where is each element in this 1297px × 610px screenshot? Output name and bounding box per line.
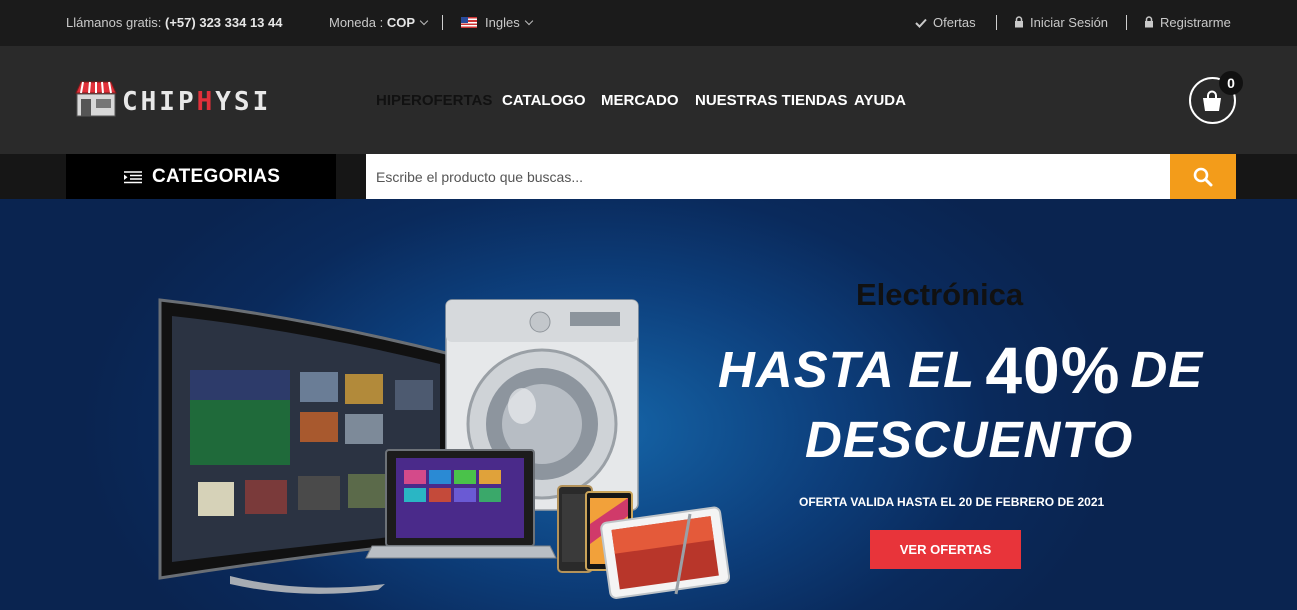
currency-selector[interactable]: Moneda : COP: [329, 15, 429, 30]
currency-label: Moneda :: [329, 15, 384, 30]
nav-nuestras-tiendas[interactable]: NUESTRAS TIENDAS: [695, 92, 848, 109]
nav-mercado[interactable]: MERCADO: [601, 92, 679, 109]
check-icon: [915, 18, 927, 28]
phone-label: Llámanos gratis:: [66, 15, 162, 30]
shopping-bag-icon: [1203, 90, 1221, 111]
search-button[interactable]: [1170, 154, 1236, 199]
categories-button[interactable]: CATEGORIAS: [66, 154, 336, 199]
us-flag-icon: [461, 17, 477, 28]
search-icon: [1193, 167, 1213, 186]
link-login[interactable]: Iniciar Sesión: [1014, 15, 1108, 30]
banner-category: Electrónica: [856, 277, 1024, 312]
nav-catalogo[interactable]: CATALOGO: [502, 92, 586, 109]
phone-info: Llámanos gratis: (+57) 323 334 13 44: [66, 15, 282, 30]
main-header: CHIPHYSI HIPEROFERTAS CATALOGO MERCADO N…: [0, 46, 1297, 154]
link-label: Iniciar Sesión: [1030, 15, 1109, 30]
phone-number[interactable]: (+57) 323 334 13 44: [165, 15, 282, 30]
cart-count-badge: 0: [1219, 71, 1243, 95]
nav-hiperofertas[interactable]: HIPEROFERTAS: [376, 92, 492, 109]
lock-icon: [1015, 16, 1023, 28]
search-row: CATEGORIAS: [0, 154, 1297, 199]
language-selector[interactable]: Ingles: [461, 15, 533, 30]
nav-ayuda[interactable]: AYUDA: [854, 92, 906, 109]
store-icon: [75, 81, 117, 117]
divider: [996, 15, 997, 30]
headline-end: DE: [1130, 341, 1204, 398]
search-input[interactable]: [366, 154, 1170, 199]
banner-headline-line2: DESCUENTO: [805, 411, 1134, 468]
headline-start: HASTA EL: [718, 341, 976, 398]
banner-offer-note: OFERTA VALIDA HASTA EL 20 DE FEBRERO DE …: [799, 495, 1105, 509]
link-ofertas[interactable]: Ofertas: [915, 15, 976, 30]
banner-headline: HASTA EL 40% DE: [718, 326, 1204, 407]
top-bar: Llámanos gratis: (+57) 323 334 13 44 Mon…: [0, 0, 1297, 46]
hero-banner: Electrónica HASTA EL 40% DE DESCUENTO OFER…: [0, 199, 1297, 610]
electronics-products-image: [158, 298, 730, 599]
divider: [1126, 15, 1127, 30]
menu-list-icon: [124, 171, 142, 184]
headline-percent: 40%: [985, 333, 1121, 407]
chevron-down-icon: [419, 16, 429, 26]
logo-text: CHIPHYSI: [122, 87, 272, 117]
link-label: Registrarme: [1160, 15, 1231, 30]
link-register[interactable]: Registrarme: [1144, 15, 1231, 30]
lock-icon: [1145, 16, 1153, 28]
link-label: Ofertas: [933, 15, 976, 30]
divider: [442, 15, 443, 30]
chevron-down-icon: [524, 16, 533, 26]
currency-value: COP: [386, 15, 415, 30]
categories-label: CATEGORIAS: [152, 166, 281, 187]
view-offers-button[interactable]: VER OFERTAS: [870, 530, 1021, 569]
language-label: Ingles: [485, 15, 520, 30]
